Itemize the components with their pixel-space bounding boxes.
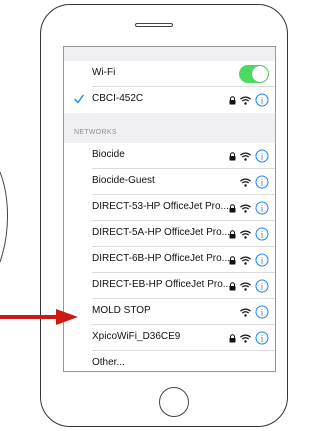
lock-icon (229, 229, 236, 238)
red-arrow-icon (0, 309, 78, 325)
network-name: Biocide (92, 149, 125, 160)
wifi-signal-icon (240, 95, 251, 105)
network-icons: i (229, 226, 269, 242)
lock-icon (229, 151, 236, 160)
network-name: Biocide-Guest (92, 175, 155, 186)
checkmark-icon (74, 94, 84, 104)
lock-icon (229, 203, 236, 212)
network-icons: i (229, 200, 269, 216)
stage: Wi-Fi CBCI-452C i NETWORKS Biocide i Bio… (0, 0, 290, 431)
info-icon[interactable]: i (255, 93, 269, 107)
wifi-settings-screen: Wi-Fi CBCI-452C i NETWORKS Biocide i Bio… (63, 46, 276, 372)
lock-icon (229, 95, 236, 104)
toggle-knob (252, 66, 268, 82)
network-name: Other... (92, 357, 125, 368)
network-icons: i (229, 148, 269, 164)
wifi-toggle-row: Wi-Fi (64, 61, 275, 87)
wifi-signal-icon (240, 177, 251, 187)
info-icon[interactable]: i (255, 149, 269, 163)
connected-network-row[interactable]: CBCI-452C i (64, 87, 275, 113)
wifi-label: Wi-Fi (92, 67, 116, 78)
svg-text:i: i (261, 308, 264, 318)
networks-section-title: NETWORKS (74, 129, 117, 136)
wifi-signal-icon (240, 151, 251, 161)
network-name: DIRECT-5A-HP OfficeJet Pro... (92, 227, 231, 238)
network-icons: i (229, 330, 269, 346)
wifi-signal-icon (240, 255, 251, 265)
lock-icon (229, 333, 236, 342)
network-icons: i (229, 278, 269, 294)
svg-text:i: i (261, 230, 264, 240)
info-icon[interactable]: i (255, 279, 269, 293)
wifi-signal-icon (240, 307, 251, 317)
wifi-signal-icon (240, 281, 251, 291)
network-row[interactable]: DIRECT-53-HP OfficeJet Pro... i (64, 195, 275, 221)
home-button[interactable] (159, 387, 189, 417)
network-icons: i (240, 304, 269, 320)
network-name: DIRECT-EB-HP OfficeJet Pro... (92, 279, 232, 290)
info-icon[interactable]: i (255, 305, 269, 319)
network-name: XpicoWiFi_D36CE9 (92, 331, 181, 342)
connected-network-name: CBCI-452C (92, 93, 144, 104)
wifi-signal-icon (240, 333, 251, 343)
phone-speaker (135, 23, 173, 27)
wifi-signal-icon (240, 203, 251, 213)
connected-network-icons: i (229, 92, 269, 108)
info-icon[interactable]: i (255, 253, 269, 267)
network-row[interactable]: DIRECT-5A-HP OfficeJet Pro... i (64, 221, 275, 247)
svg-text:i: i (261, 334, 264, 344)
wifi-signal-icon (240, 229, 251, 239)
svg-text:i: i (261, 178, 264, 188)
network-name: DIRECT-6B-HP OfficeJet Pro... (92, 253, 231, 264)
svg-text:i: i (261, 256, 264, 266)
lock-icon (229, 281, 236, 290)
network-row[interactable]: Biocide-Guest i (64, 169, 275, 195)
network-row[interactable]: MOLD STOP i (64, 299, 275, 325)
info-icon[interactable]: i (255, 201, 269, 215)
network-row[interactable]: DIRECT-EB-HP OfficeJet Pro... i (64, 273, 275, 299)
network-row[interactable]: DIRECT-6B-HP OfficeJet Pro... i (64, 247, 275, 273)
network-name: MOLD STOP (92, 305, 151, 316)
network-icons: i (240, 174, 269, 190)
network-row[interactable]: Biocide i (64, 143, 275, 169)
info-icon[interactable]: i (255, 227, 269, 241)
other-network-row[interactable]: Other... (64, 351, 275, 371)
wifi-toggle[interactable] (239, 65, 269, 83)
svg-text:i: i (261, 282, 264, 292)
lock-icon (229, 255, 236, 264)
background-curve (0, 171, 8, 263)
network-name: DIRECT-53-HP OfficeJet Pro... (92, 201, 229, 212)
info-icon[interactable]: i (255, 175, 269, 189)
info-icon[interactable]: i (255, 331, 269, 345)
svg-text:i: i (261, 204, 264, 214)
network-icons: i (229, 252, 269, 268)
svg-text:i: i (261, 96, 264, 106)
network-row[interactable]: XpicoWiFi_D36CE9 i (64, 325, 275, 351)
svg-text:i: i (261, 152, 264, 162)
